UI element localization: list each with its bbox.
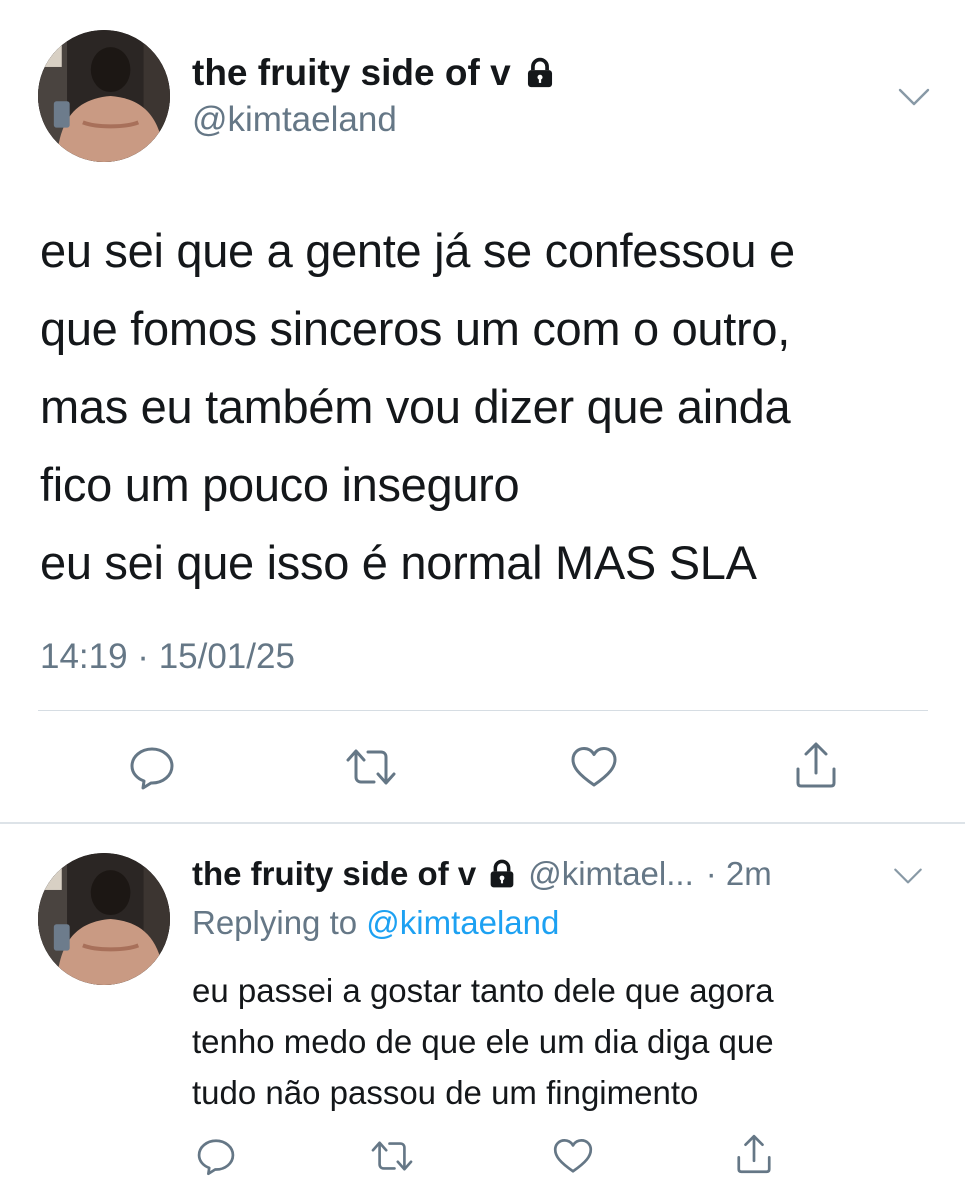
retweet-icon[interactable]	[368, 1134, 416, 1178]
divider	[38, 710, 928, 711]
reply-text: eu passei a gostar tanto dele que agora …	[192, 972, 774, 1111]
avatar-photo	[38, 30, 170, 162]
author-name-row[interactable]: the fruity side of v	[192, 52, 557, 94]
mention-link[interactable]: @kimtaeland	[366, 904, 559, 941]
reply-time: · 2m	[705, 855, 772, 892]
author-handle[interactable]: @kimtael...	[528, 855, 694, 893]
avatar-photo	[38, 853, 170, 985]
tweet-thread-screen: the fruity side of v @kimtaeland eu sei …	[0, 0, 965, 1200]
lock-icon	[486, 858, 518, 890]
like-icon[interactable]	[568, 741, 620, 793]
chevron-down-icon[interactable]	[892, 866, 924, 886]
display-name[interactable]: the fruity side of v	[192, 855, 476, 893]
tweet-timestamp: 14:19 · 15/01/25	[40, 637, 295, 676]
replying-to-label: Replying to	[192, 904, 358, 941]
avatar[interactable]	[38, 853, 170, 985]
display-name[interactable]: the fruity side of v	[192, 52, 511, 94]
reply-icon[interactable]	[194, 1134, 238, 1178]
lock-icon	[523, 56, 557, 90]
main-tweet: the fruity side of v @kimtaeland eu sei …	[0, 0, 965, 820]
share-icon[interactable]	[732, 1132, 776, 1176]
avatar[interactable]	[38, 30, 170, 162]
replying-to: Replying to @kimtaeland	[192, 904, 559, 942]
share-icon[interactable]	[790, 739, 842, 791]
thread-divider	[0, 822, 965, 824]
retweet-icon[interactable]	[342, 741, 400, 793]
reply-icon[interactable]	[126, 741, 178, 793]
chevron-down-icon[interactable]	[897, 86, 931, 108]
like-icon[interactable]	[551, 1134, 595, 1178]
tweet-text: eu sei que a gente já se confessou e que…	[40, 224, 795, 589]
author-handle[interactable]: @kimtaeland	[192, 100, 397, 140]
reply-header[interactable]: the fruity side of v @kimtael... · 2m	[192, 855, 872, 893]
